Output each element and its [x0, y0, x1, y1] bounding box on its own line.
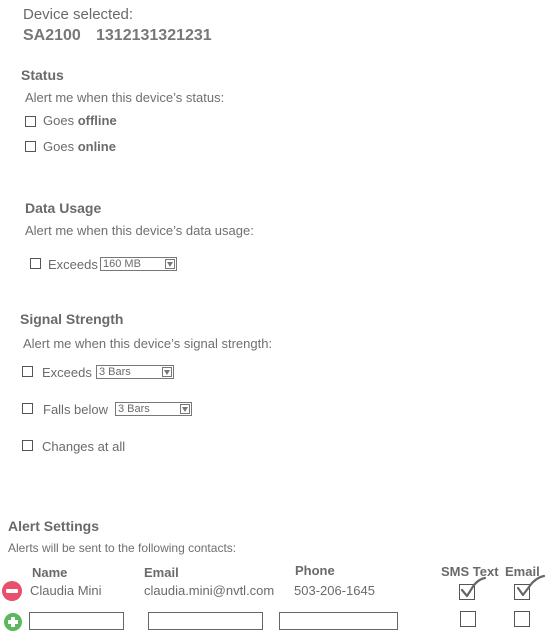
dropdown-arrow-icon: [180, 404, 190, 414]
remove-contact-button[interactable]: [2, 581, 22, 601]
signal-exceeds-checkbox[interactable]: [22, 366, 33, 377]
checkmark-icon: [516, 574, 546, 597]
dropdown-arrow-icon: [165, 259, 175, 269]
signal-falls-below-checkbox[interactable]: [22, 403, 33, 414]
signal-subtitle: Alert me when this device’s signal stren…: [23, 336, 273, 351]
signal-exceeds-value: 3 Bars: [99, 366, 131, 378]
data-exceeds-checkbox[interactable]: [30, 258, 41, 269]
column-header-name: Name: [32, 565, 68, 580]
new-contact-phone-input[interactable]: [279, 612, 398, 630]
device-selected-label: Device selected:: [23, 6, 134, 23]
status-title: Status: [21, 67, 64, 83]
dropdown-arrow-icon: [162, 367, 172, 377]
device-model: SA2100: [23, 27, 81, 44]
data-exceeds-label: Exceeds: [48, 257, 98, 272]
alert-settings-subtitle: Alerts will be sent to the following con…: [8, 541, 237, 555]
data-exceeds-value: 160 MB: [103, 258, 141, 270]
signal-changes-label: Changes at all: [42, 439, 126, 454]
data-usage-subtitle: Alert me when this device’s data usage:: [25, 223, 254, 238]
plus-icon: [4, 613, 22, 631]
device-serial: 1312131321231: [96, 27, 212, 44]
contact-name: Claudia Mini: [30, 583, 102, 598]
column-header-phone: Phone: [295, 563, 335, 578]
goes-online-checkbox[interactable]: [25, 141, 36, 152]
minus-icon: [6, 589, 18, 593]
goes-online-label: Goes online: [43, 139, 116, 154]
new-contact-name-input[interactable]: [29, 612, 124, 630]
data-usage-title: Data Usage: [25, 200, 102, 216]
contact-phone: 503-206-1645: [294, 583, 375, 598]
goes-offline-checkbox[interactable]: [25, 116, 36, 127]
signal-falls-below-select[interactable]: 3 Bars: [115, 402, 192, 416]
signal-title: Signal Strength: [20, 311, 124, 327]
add-contact-button[interactable]: [4, 613, 22, 631]
signal-exceeds-label: Exceeds: [42, 365, 92, 380]
signal-exceeds-select[interactable]: 3 Bars: [96, 365, 174, 379]
alert-settings-title: Alert Settings: [8, 518, 100, 534]
new-contact-email-checkbox[interactable]: [514, 611, 530, 627]
status-subtitle: Alert me when this device’s status:: [25, 90, 225, 105]
checkmark-icon: [460, 576, 487, 598]
column-header-email: Email: [144, 565, 179, 580]
new-contact-sms-checkbox[interactable]: [460, 611, 476, 627]
new-contact-email-input[interactable]: [148, 612, 263, 630]
signal-falls-below-value: 3 Bars: [118, 403, 150, 415]
signal-changes-checkbox[interactable]: [22, 440, 33, 451]
goes-offline-label: Goes offline: [43, 113, 117, 128]
contact-email: claudia.mini@nvtl.com: [144, 583, 275, 598]
signal-falls-below-label: Falls below: [43, 402, 109, 417]
data-exceeds-select[interactable]: 160 MB: [100, 257, 177, 271]
